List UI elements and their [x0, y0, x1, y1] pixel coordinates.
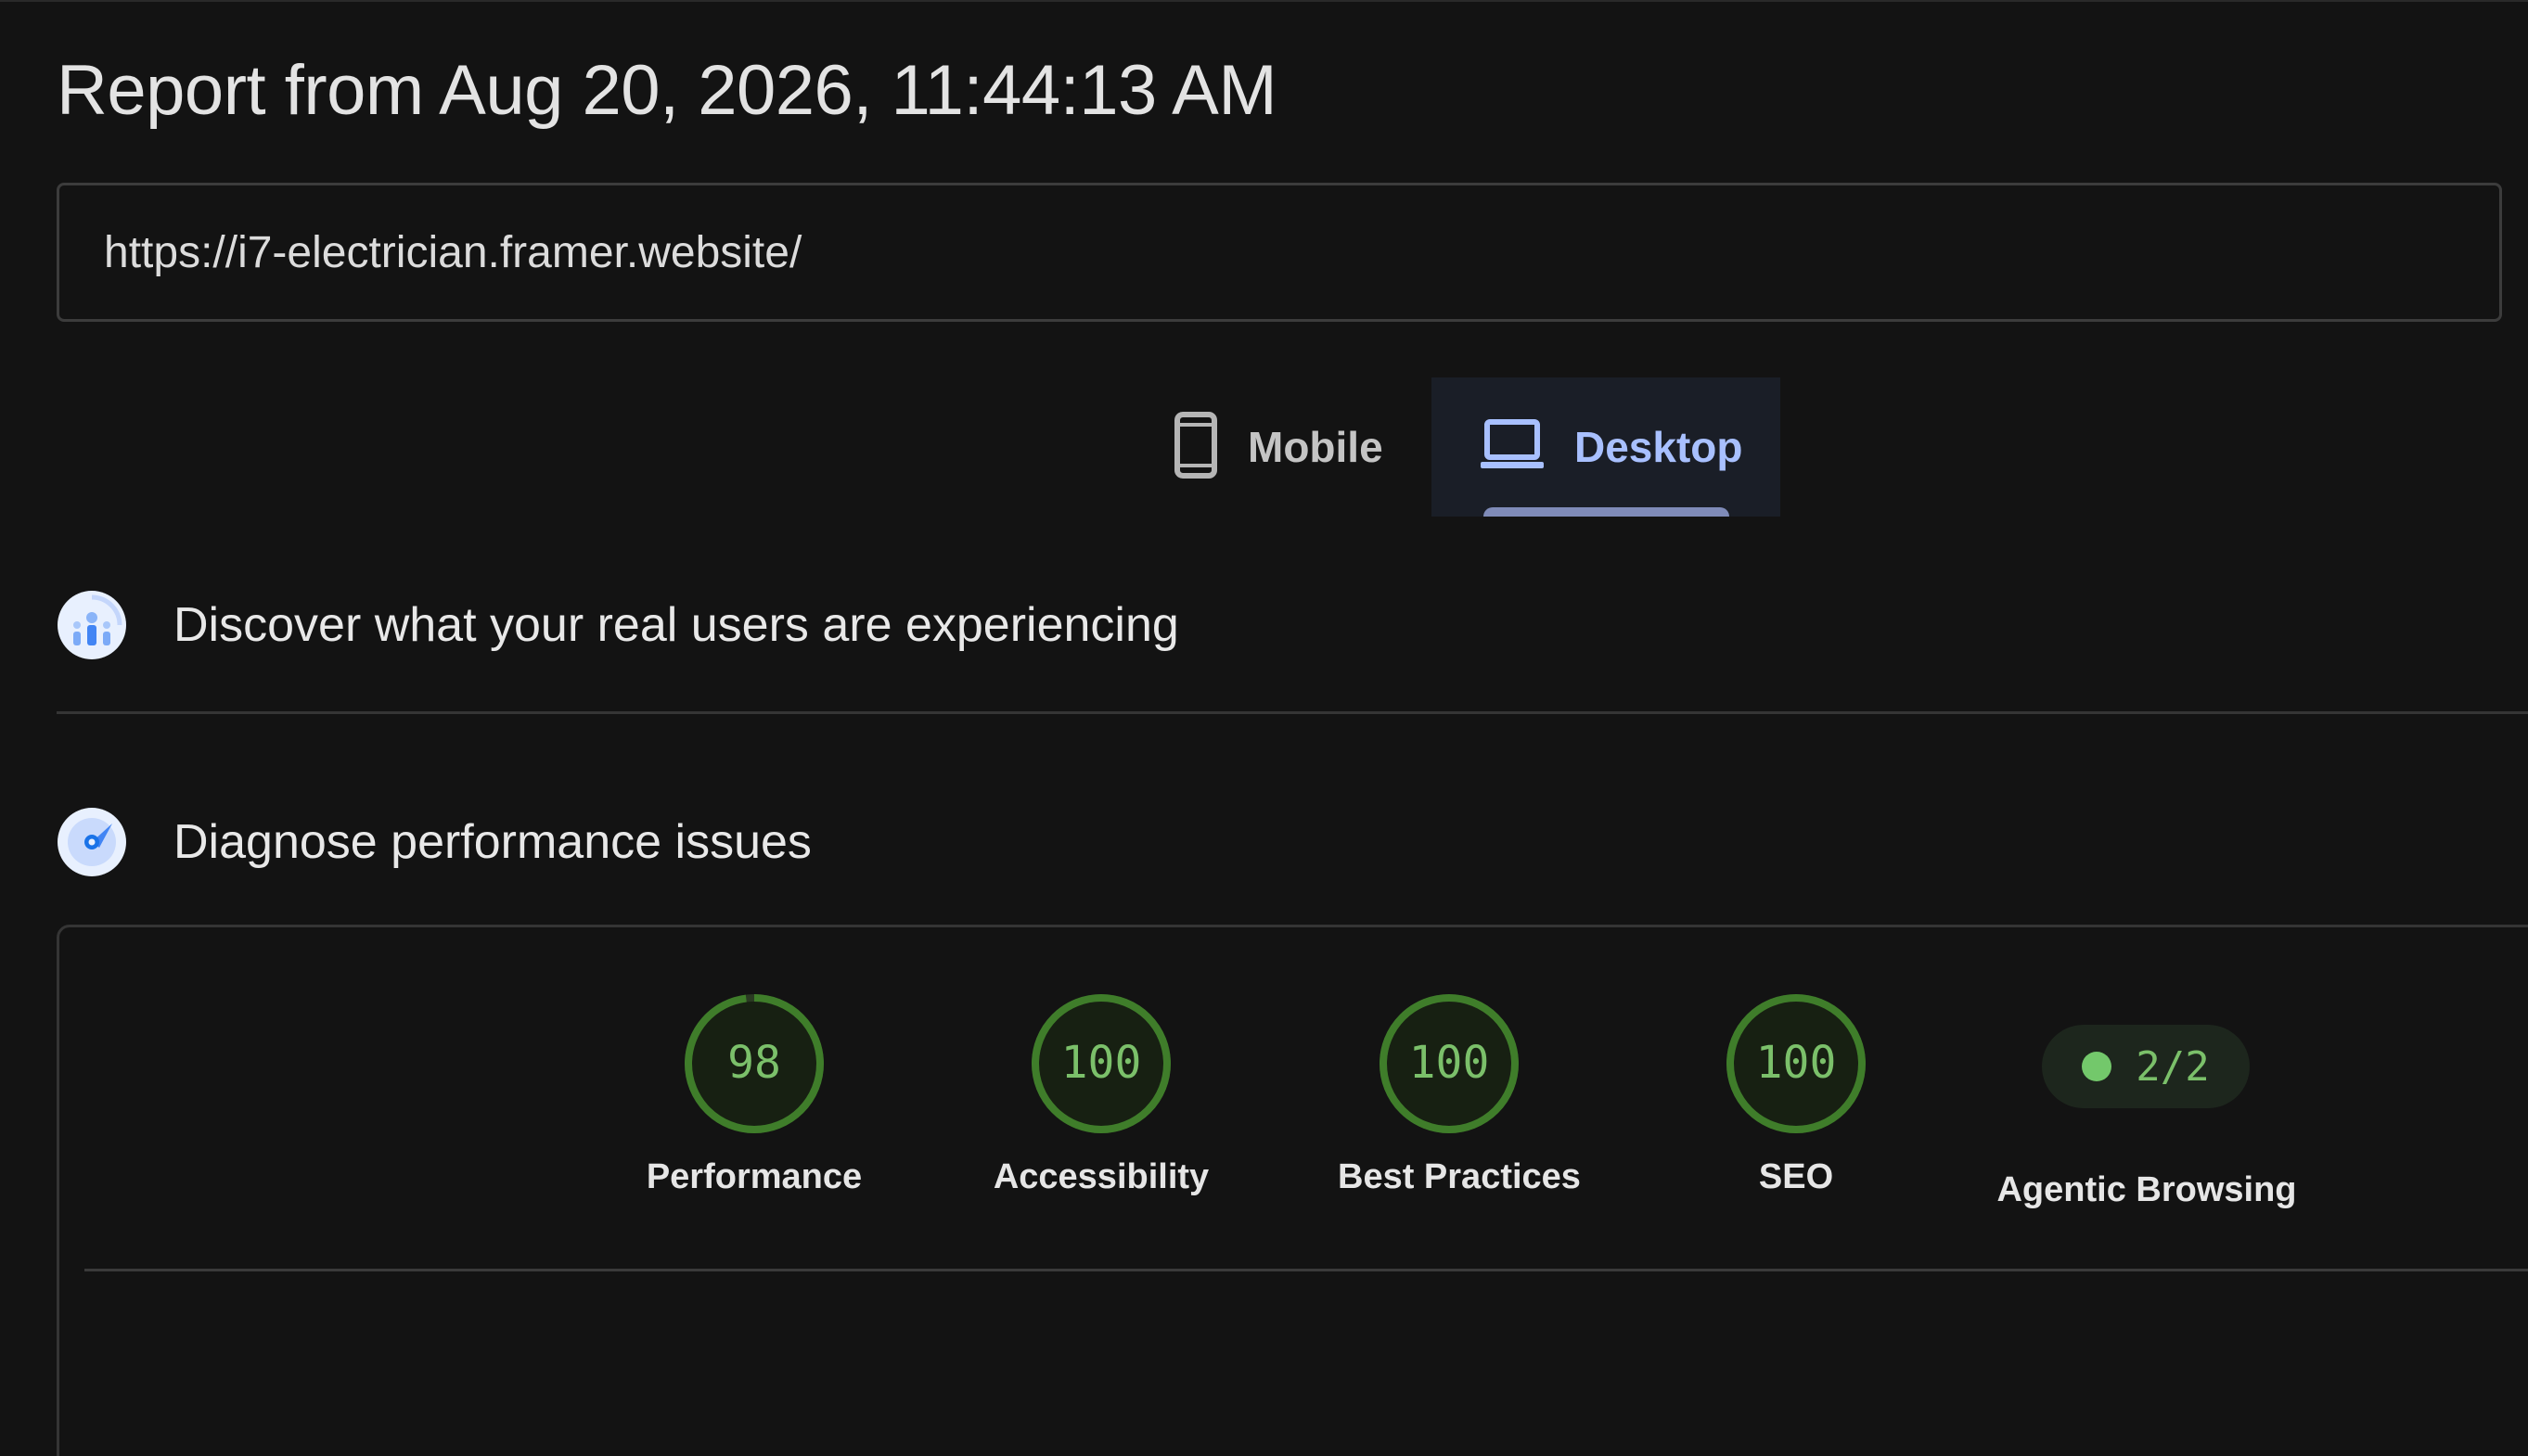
- device-tabs: Mobile Desktop: [0, 377, 2528, 517]
- gauge-seo[interactable]: 100 SEO: [1685, 992, 1907, 1197]
- panel-divider: [84, 1269, 2528, 1271]
- performance-label: Performance: [646, 1157, 863, 1196]
- gauge-best-practices[interactable]: 100 Best Practices: [1338, 992, 1581, 1197]
- tab-desktop-label: Desktop: [1574, 423, 1743, 471]
- performance-score: 98: [727, 1037, 781, 1089]
- lighthouse-gauge-icon: [57, 807, 127, 877]
- section-diagnose-title: Diagnose performance issues: [173, 815, 812, 869]
- tab-desktop[interactable]: Desktop: [1431, 377, 1780, 517]
- tab-mobile-label: Mobile: [1248, 423, 1383, 471]
- gauge-accessibility[interactable]: 100 Accessibility: [990, 992, 1213, 1197]
- agentic-browsing-value: 2/2: [2136, 1042, 2210, 1091]
- section-diagnose[interactable]: Diagnose performance issues: [57, 805, 2528, 879]
- accessibility-score: 100: [1060, 1037, 1142, 1089]
- seo-label: SEO: [1758, 1157, 1834, 1196]
- agentic-browsing-badge[interactable]: 2/2: [2042, 1025, 2250, 1108]
- section-discover-title: Discover what your real users are experi…: [173, 598, 1179, 652]
- tab-selected-indicator: [1483, 507, 1729, 517]
- seo-score: 100: [1755, 1037, 1837, 1089]
- section-discover[interactable]: Discover what your real users are experi…: [57, 588, 2528, 662]
- url-text: https://i7-electrician.framer.website/: [104, 227, 802, 277]
- url-field[interactable]: https://i7-electrician.framer.website/: [57, 183, 2502, 322]
- scores-panel: 98 Performance 100 Accessibility 100 Bes…: [57, 925, 2528, 1456]
- pass-dot-icon: [2082, 1052, 2112, 1081]
- report-title: Report from Aug 20, 2026, 11:44:13 AM: [57, 51, 1277, 130]
- gauge-performance[interactable]: 98 Performance: [643, 992, 866, 1197]
- best-practices-score: 100: [1408, 1037, 1490, 1089]
- tab-mobile[interactable]: Mobile: [1155, 377, 1433, 517]
- section-divider: [57, 711, 2528, 714]
- laptop-icon: [1480, 418, 1545, 476]
- crux-users-icon: [57, 590, 127, 660]
- pagespeed-report: Report from Aug 20, 2026, 11:44:13 AM ht…: [0, 0, 2528, 1456]
- agentic-browsing-label: Agentic Browsing: [1996, 1170, 2297, 1209]
- best-practices-label: Best Practices: [1338, 1157, 1581, 1196]
- smartphone-icon: [1174, 411, 1218, 483]
- accessibility-label: Accessibility: [993, 1157, 1210, 1196]
